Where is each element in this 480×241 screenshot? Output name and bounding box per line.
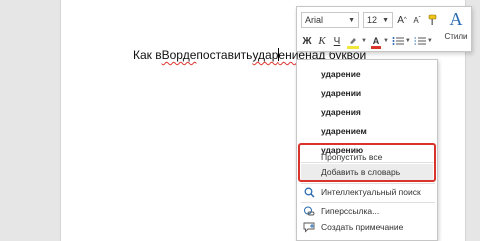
styles-label: Стили — [444, 32, 468, 41]
font-size-value: 12 — [367, 15, 378, 25]
grow-font-button[interactable]: A ^ — [396, 12, 408, 28]
italic-icon: К — [318, 35, 326, 47]
menu-separator — [301, 183, 435, 184]
bullet-list-icon — [392, 37, 404, 45]
comment-icon — [303, 221, 315, 233]
chevron-down-icon: ▼ — [348, 16, 355, 24]
highlight-swatch — [347, 46, 359, 49]
underline-button[interactable]: Ч — [331, 33, 343, 49]
styles-button[interactable]: A Стили — [442, 9, 470, 49]
misspelled-word-vorde[interactable]: Ворде — [162, 48, 197, 62]
italic-button[interactable]: К — [316, 33, 328, 49]
new-comment-item[interactable]: Создать примечание — [321, 222, 403, 232]
suggestion-item[interactable]: ударением — [321, 126, 367, 136]
font-name-combo[interactable]: Arial ▼ — [301, 12, 359, 28]
numbered-list-icon — [414, 37, 426, 45]
mini-toolbar: Arial ▼ 12 ▼ A ^ Aˇ Ж К Ч ▼ A ▼ ▼ ▼ A Ст… — [296, 6, 472, 52]
hyperlink-icon — [303, 205, 315, 217]
chevron-down-icon: ▼ — [382, 16, 389, 24]
chevron-down-icon[interactable]: ▼ — [383, 38, 389, 44]
shrink-font-button[interactable]: Aˇ — [411, 12, 423, 28]
font-name-value: Arial — [305, 15, 324, 25]
format-painter-icon — [428, 14, 437, 25]
font-color-swatch — [370, 46, 381, 49]
font-color-button[interactable]: A — [370, 33, 382, 49]
bold-button[interactable]: Ж — [301, 33, 313, 49]
smart-lookup-icon — [303, 186, 315, 198]
underline-icon: Ч — [333, 35, 341, 47]
text-run: поставить — [196, 48, 253, 62]
styles-icon: A — [449, 9, 463, 29]
font-size-combo[interactable]: 12 ▼ — [363, 12, 393, 28]
smart-lookup-item[interactable]: Интеллектуальный поиск — [321, 187, 421, 197]
suggestion-item[interactable]: ударение — [321, 69, 361, 79]
hyperlink-item[interactable]: Гиперссылка... — [321, 206, 379, 216]
suggestion-item[interactable]: ударения — [321, 107, 361, 117]
annotation-highlight-box — [298, 143, 436, 182]
chevron-down-icon[interactable]: ▼ — [405, 38, 411, 44]
highlighter-icon — [350, 38, 356, 44]
bold-icon: Ж — [302, 35, 312, 47]
font-color-icon: A — [372, 36, 380, 46]
menu-separator — [301, 202, 435, 203]
suggestion-item[interactable]: ударении — [321, 88, 361, 98]
misspelled-word-part1[interactable]: удар — [252, 48, 278, 62]
bullets-button[interactable] — [392, 33, 404, 49]
chevron-down-icon[interactable]: ▼ — [361, 38, 367, 44]
format-painter-button[interactable] — [426, 12, 438, 28]
numbering-button[interactable] — [414, 33, 426, 49]
highlight-color-button[interactable] — [346, 33, 360, 49]
text-run: Как в — [133, 48, 162, 62]
grow-font-icon: A — [397, 14, 404, 26]
window-background-left — [0, 0, 60, 241]
chevron-down-icon[interactable]: ▼ — [427, 38, 433, 44]
